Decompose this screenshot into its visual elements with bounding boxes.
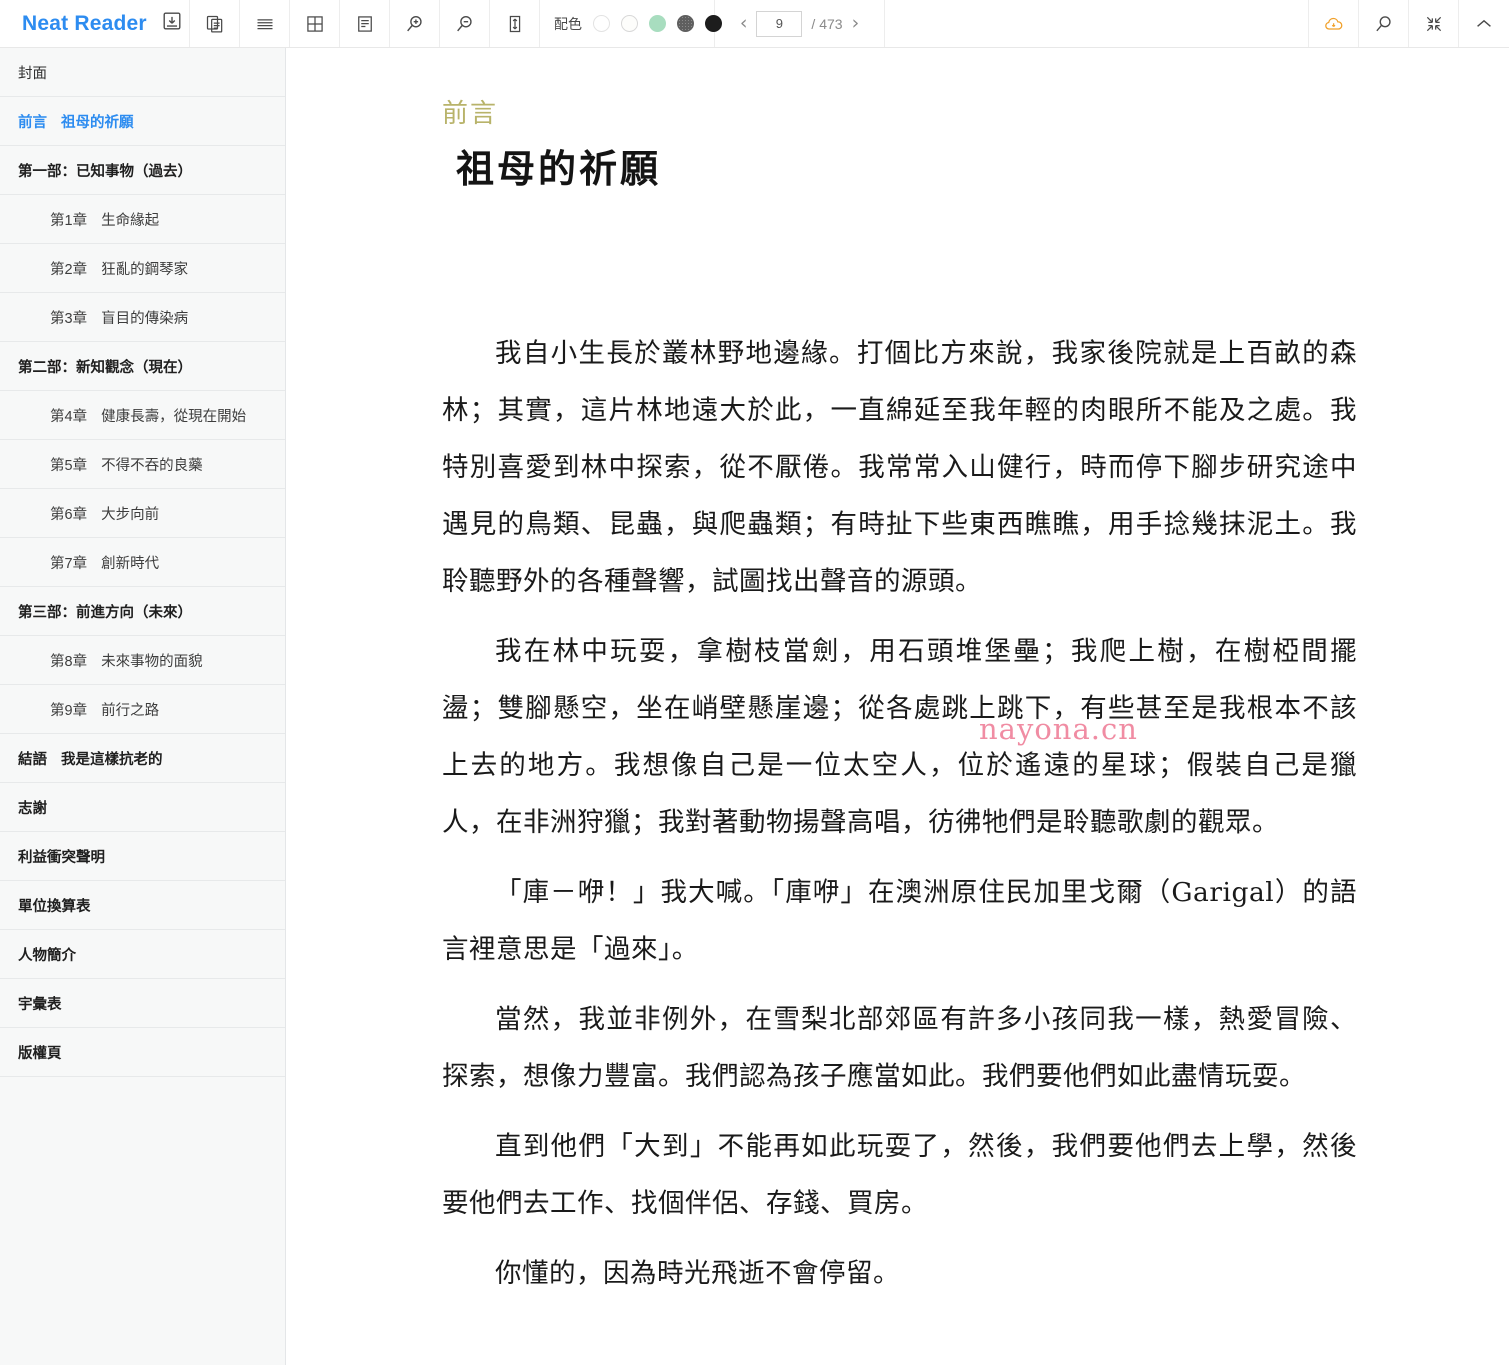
sidebar-item-2[interactable]: 第一部：已知事物（過去） bbox=[0, 146, 285, 195]
paragraph-5: 直到他們「大到」不能再如此玩耍了，然後，我們要他們去上學，然後要他們去工作、找個… bbox=[442, 1131, 1357, 1219]
sidebar-item-label: 利益衝突聲明 bbox=[18, 849, 105, 866]
sidebar-item-20[interactable]: 版權頁 bbox=[0, 1028, 285, 1077]
sidebar-item-12[interactable]: 第8章 未來事物的面貌 bbox=[0, 636, 285, 685]
sidebar-item-0[interactable]: 封面 bbox=[0, 48, 285, 97]
paragraph-3: 「庫－咿！」我大喊。「庫咿」在澳洲原住民加里戈爾（Garigal）的語言裡意思是… bbox=[442, 877, 1357, 965]
swatch-white-button[interactable] bbox=[593, 15, 610, 32]
save-icon[interactable] bbox=[161, 10, 183, 37]
sidebar-item-label: 狂亂的鋼琴家 bbox=[101, 261, 189, 278]
sidebar-item-number: 第6章 bbox=[50, 506, 88, 523]
sidebar-item-label: 人物簡介 bbox=[18, 947, 76, 964]
color-scheme-group: 配色 bbox=[540, 0, 722, 47]
pagination: ‹ / 473 › bbox=[715, 0, 885, 47]
sidebar-item-9[interactable]: 第6章 大步向前 bbox=[0, 489, 285, 538]
sidebar-item-label: 第二部：新知觀念（現在） bbox=[18, 359, 192, 376]
sidebar-item-label: 祖母的祈願 bbox=[61, 114, 134, 131]
sidebar-item-15[interactable]: 志謝 bbox=[0, 783, 285, 832]
color-scheme-label: 配色 bbox=[554, 15, 582, 32]
zoom-in-icon[interactable] bbox=[390, 0, 440, 47]
swatch-green-button[interactable] bbox=[649, 15, 666, 32]
sidebar-item-16[interactable]: 利益衝突聲明 bbox=[0, 832, 285, 881]
sidebar-item-6[interactable]: 第二部：新知觀念（現在） bbox=[0, 342, 285, 391]
sidebar-item-10[interactable]: 第7章 創新時代 bbox=[0, 538, 285, 587]
sidebar-item-7[interactable]: 第4章 健康長壽，從現在開始 bbox=[0, 391, 285, 440]
compress-icon[interactable] bbox=[1409, 0, 1459, 47]
sidebar-item-1[interactable]: 前言 祖母的祈願 bbox=[0, 97, 285, 146]
chevron-up-icon[interactable] bbox=[1459, 0, 1509, 47]
sidebar-item-label: 未來事物的面貌 bbox=[101, 653, 203, 670]
sidebar-item-label: 創新時代 bbox=[101, 555, 160, 572]
document-text-icon[interactable] bbox=[340, 0, 390, 47]
paragraph-6: 你懂的，因為時光飛逝不會停留。 bbox=[495, 1258, 900, 1289]
list-lines-icon[interactable] bbox=[240, 0, 290, 47]
sidebar-item-label: 單位換算表 bbox=[18, 898, 91, 915]
zoom-out-icon[interactable] bbox=[440, 0, 490, 47]
next-page-button[interactable]: › bbox=[852, 14, 860, 33]
prev-page-button[interactable]: ‹ bbox=[740, 14, 748, 33]
sidebar-item-19[interactable]: 宇彙表 bbox=[0, 979, 285, 1028]
sidebar-item-label: 前行之路 bbox=[101, 702, 160, 719]
sidebar-item-8[interactable]: 第5章 不得不吞的良藥 bbox=[0, 440, 285, 489]
sidebar-item-label: 宇彙表 bbox=[18, 996, 62, 1013]
page-number-input[interactable] bbox=[756, 10, 803, 37]
sidebar-item-label: 第三部：前進方向（未來） bbox=[18, 604, 192, 621]
page-title: 祖母的祈願 bbox=[456, 146, 662, 191]
swatch-gray-button[interactable] bbox=[677, 15, 694, 32]
sidebar-item-5[interactable]: 第3章 盲目的傳染病 bbox=[0, 293, 285, 342]
sidebar-item-3[interactable]: 第1章 生命緣起 bbox=[0, 195, 285, 244]
app-title: Neat Reader bbox=[22, 11, 147, 35]
sidebar-item-label: 我是這樣抗老的 bbox=[61, 751, 163, 768]
cloud-sync-icon[interactable] bbox=[1309, 0, 1359, 47]
body-paragraphs: 我自小生長於叢林野地邊緣。打個比方來說，我家後院就是上百畝的森林；其實，這片林地… bbox=[442, 325, 1357, 1302]
total-pages-label: / 473 bbox=[811, 15, 843, 32]
sidebar-item-label: 大步向前 bbox=[101, 506, 160, 523]
brand-area: Neat Reader bbox=[0, 0, 190, 47]
copy-pages-icon[interactable] bbox=[190, 0, 240, 47]
sidebar-item-17[interactable]: 單位換算表 bbox=[0, 881, 285, 930]
reader-pane: 前言 祖母的祈願 我自小生長於叢林野地邊緣。打個比方來說，我家後院就是上百畝的森… bbox=[287, 48, 1509, 1365]
paragraph-4: 當然，我並非例外，在雪梨北部郊區有許多小孩同我一樣，熱愛冒險、探索，想像力豐富。… bbox=[442, 1004, 1357, 1092]
sidebar-item-number: 結語 bbox=[18, 751, 47, 768]
sidebar-item-number: 第2章 bbox=[50, 261, 88, 278]
paragraph-2: 我在林中玩耍，拿樹枝當劍，用石頭堆堡壘；我爬上樹，在樹椏間擺盪；雙腳懸空，坐在峭… bbox=[442, 636, 1357, 838]
sidebar-item-number: 第9章 bbox=[50, 702, 88, 719]
sidebar-item-number: 第4章 bbox=[50, 408, 88, 425]
grid-icon[interactable] bbox=[290, 0, 340, 47]
sidebar-item-label: 第一部：已知事物（過去） bbox=[18, 163, 192, 180]
page-body: 前言 祖母的祈願 我自小生長於叢林野地邊緣。打個比方來說，我家後院就是上百畝的森… bbox=[442, 93, 1357, 1315]
sidebar-item-label: 生命緣起 bbox=[101, 212, 160, 229]
section-eyebrow: 前言 bbox=[442, 99, 499, 129]
table-of-contents-sidebar[interactable]: 封面 前言 祖母的祈願 第一部：已知事物（過去） 第1章 生命緣起 第2章 狂亂的鋼琴家 第3章… bbox=[0, 48, 286, 1365]
sidebar-item-label: 版權頁 bbox=[18, 1045, 62, 1062]
sidebar-item-label: 健康長壽，從現在開始 bbox=[101, 408, 247, 425]
sidebar-item-4[interactable]: 第2章 狂亂的鋼琴家 bbox=[0, 244, 285, 293]
swatch-cream-button[interactable] bbox=[621, 15, 638, 32]
sidebar-item-number: 第3章 bbox=[50, 310, 88, 327]
sidebar-item-number: 前言 bbox=[18, 114, 47, 131]
search-icon[interactable] bbox=[1359, 0, 1409, 47]
top-toolbar: Neat Reader 配色 ‹ 9 / 473 › bbox=[0, 0, 1509, 48]
sidebar-item-label: 志謝 bbox=[18, 800, 47, 817]
sidebar-item-number: 第7章 bbox=[50, 555, 88, 572]
sidebar-item-11[interactable]: 第三部：前進方向（未來） bbox=[0, 587, 285, 636]
paragraph-1: 我自小生長於叢林野地邊緣。打個比方來說，我家後院就是上百畝的森林；其實，這片林地… bbox=[442, 338, 1357, 597]
sidebar-item-number: 第8章 bbox=[50, 653, 88, 670]
sidebar-item-label: 盲目的傳染病 bbox=[101, 310, 189, 327]
sidebar-item-label: 不得不吞的良藥 bbox=[101, 457, 203, 474]
toolbar-spacer bbox=[885, 0, 1309, 47]
sidebar-item-number: 第1章 bbox=[50, 212, 88, 229]
sidebar-item-13[interactable]: 第9章 前行之路 bbox=[0, 685, 285, 734]
sidebar-item-14[interactable]: 結語 我是這樣抗老的 bbox=[0, 734, 285, 783]
sidebar-item-label: 封面 bbox=[18, 65, 47, 82]
line-height-icon[interactable] bbox=[490, 0, 540, 47]
sidebar-item-number: 第5章 bbox=[50, 457, 88, 474]
sidebar-item-18[interactable]: 人物簡介 bbox=[0, 930, 285, 979]
